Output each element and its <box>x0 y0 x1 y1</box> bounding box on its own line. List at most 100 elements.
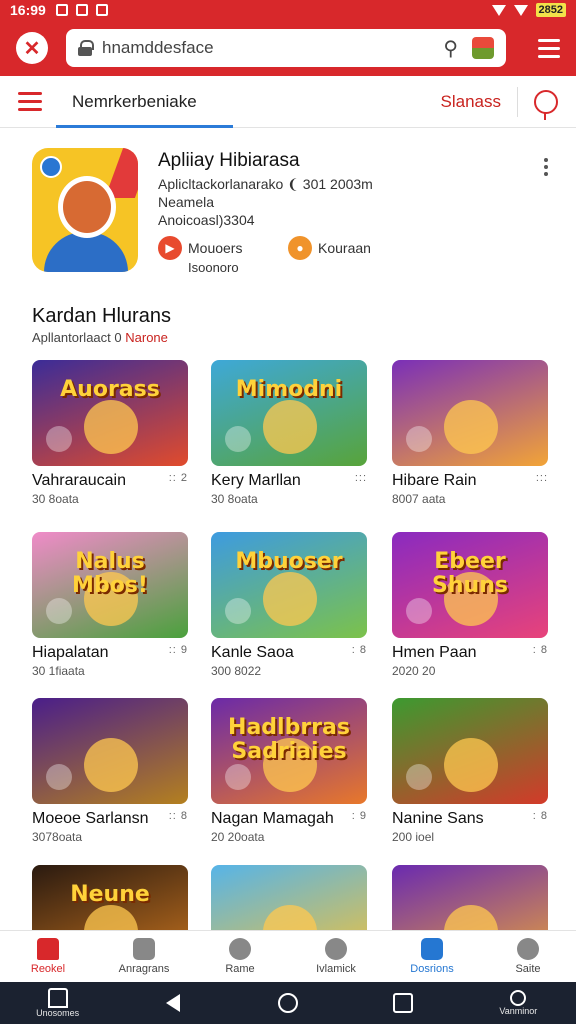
game-rating: : 8 <box>532 644 548 656</box>
game-title-row: Vahraraucain:: 2 <box>32 472 188 490</box>
game-rating: :: 9 <box>168 644 188 656</box>
game-card[interactable]: Mbuoser Kanle Saoa: 8 300 8022 <box>211 532 367 678</box>
character-art <box>444 738 498 792</box>
lock-icon <box>78 40 94 56</box>
decor-art <box>406 764 432 790</box>
character-art <box>444 400 498 454</box>
game-logo-text: Nalus Mbos! <box>72 549 148 598</box>
badge-secondary[interactable]: ● Kouraan <box>288 236 371 260</box>
game-subtitle: 8007 aata <box>392 492 446 506</box>
house-icon <box>47 988 68 1008</box>
search-icon[interactable]: ⚲ <box>443 36 458 61</box>
nav-item-library[interactable]: Dosrions <box>384 931 480 982</box>
game-logo-text: Neune <box>70 882 150 907</box>
game-title-row: Nagan Mamagah : 9 <box>211 810 367 828</box>
decor-art <box>225 426 251 452</box>
game-thumbnail[interactable]: Mbuoser <box>211 532 367 638</box>
person-icon <box>517 938 539 960</box>
search-input[interactable] <box>102 38 444 58</box>
game-thumbnail[interactable]: Auorass <box>32 360 188 466</box>
game-logo-text: Hadlbrras Sadriaies <box>228 715 350 764</box>
section-subtitle: Apllantorlaact 0 Narone <box>32 330 168 345</box>
game-subtitle: 3078oata <box>32 830 83 844</box>
signal-icon <box>513 4 528 16</box>
character-art <box>263 572 317 626</box>
screen: 16:99 2852 ✕ ⚲ Nemrkerbeniake Slanass <box>0 0 576 1024</box>
sys-profile-button[interactable]: Vanminor <box>478 990 558 1016</box>
game-rating: :: 8 <box>168 810 188 822</box>
game-icon <box>229 938 251 960</box>
nav-item-programs[interactable]: Anragrans <box>96 931 192 982</box>
notification-icon <box>55 4 68 16</box>
back-icon <box>165 994 180 1012</box>
game-thumbnail[interactable]: Ebeer Shuns <box>392 532 548 638</box>
game-thumbnail[interactable]: Nalus Mbos! <box>32 532 188 638</box>
more-options-icon[interactable] <box>544 158 548 176</box>
recents-button[interactable] <box>363 993 443 1013</box>
notification-icon <box>95 4 108 16</box>
circle-home-icon <box>277 993 298 1013</box>
avatar[interactable] <box>472 37 494 59</box>
top-app-bar: ✕ ⚲ <box>0 20 576 76</box>
game-name: Nanine Sans <box>392 810 484 827</box>
game-card[interactable]: Moeoe Sarlansn:: 83078oata <box>32 698 188 844</box>
location-pin-icon[interactable] <box>534 89 558 120</box>
hamburger-icon[interactable] <box>18 92 42 111</box>
game-card[interactable]: Nanine Sans: 8 200 ioel <box>392 698 548 844</box>
section-title: Kardan Hlurans <box>32 305 171 327</box>
library-icon <box>421 938 443 960</box>
game-subtitle: 300 8022 <box>211 664 262 678</box>
game-card[interactable]: Mimodni Kery Marllan::: 30 8oata <box>211 360 367 506</box>
game-card[interactable]: Nalus Mbos! Hiapalatan:: 9 30 1fiaata <box>32 532 188 678</box>
sub-bar: Nemrkerbeniake Slanass <box>0 76 576 128</box>
game-card[interactable]: AuorassVahraraucain:: 230 8oata <box>32 360 188 506</box>
game-logo-text: Ebeer Shuns <box>432 549 508 598</box>
game-rating: : 9 <box>351 810 367 822</box>
chat-bubble-icon <box>40 156 62 178</box>
game-rating: ::: <box>535 472 548 484</box>
game-thumbnail[interactable]: Hadlbrras Sadriaies <box>211 698 367 804</box>
status-time: 16:99 <box>10 2 46 18</box>
game-rating: ::: <box>354 472 367 484</box>
menu-icon[interactable] <box>538 38 560 58</box>
tab-right[interactable]: Slanass <box>441 92 501 112</box>
close-icon[interactable]: ✕ <box>16 32 48 64</box>
badge-primary[interactable]: ▶ Mouoers <box>158 236 242 260</box>
game-card[interactable]: Hadlbrras Sadriaies Nagan Mamagah: 9 20 20… <box>211 698 367 844</box>
decor-art <box>225 764 251 790</box>
game-card[interactable]: Hibare Rain::: 8007 aata <box>392 360 548 506</box>
home-button[interactable] <box>248 993 328 1013</box>
game-subtitle: 200 ioel <box>392 830 435 844</box>
game-title-row: Kanle Saoa: 8 <box>211 644 367 662</box>
game-title-row: Nanine Sans: 8 <box>392 810 548 828</box>
game-thumbnail[interactable] <box>32 698 188 804</box>
decor-art <box>406 426 432 452</box>
nav-item-games[interactable]: Rame <box>192 931 288 982</box>
status-right: 2852 <box>491 3 566 17</box>
decor-art <box>46 426 72 452</box>
game-card[interactable]: Ebeer Shuns Hmen Paan: 8 2020 20 <box>392 532 548 678</box>
bottom-nav: Reokel Anragrans Rame Ivlamick Dosrions … <box>0 930 576 982</box>
nav-item-profile[interactable]: Saite <box>480 931 576 982</box>
game-name: Kery Marllan <box>211 472 301 489</box>
square-recents-icon <box>393 993 414 1013</box>
tab-main[interactable]: Nemrkerbeniake <box>56 76 233 128</box>
game-name: Nagan Mamagah <box>211 810 334 827</box>
game-thumbnail[interactable] <box>392 360 548 466</box>
game-logo-text: Auorass <box>60 377 160 402</box>
game-rating: : 8 <box>351 644 367 656</box>
game-thumbnail[interactable]: Mimodni <box>211 360 367 466</box>
character-art <box>263 400 317 454</box>
nav-item-search[interactable]: Ivlamick <box>288 931 384 982</box>
decor-art <box>46 764 72 790</box>
nav-item-home[interactable]: Reokel <box>0 931 96 982</box>
game-title-row: Hiapalatan:: 9 <box>32 644 188 662</box>
sys-home-button[interactable]: Unosomes <box>18 988 98 1018</box>
back-button[interactable] <box>133 994 213 1012</box>
game-subtitle: 30 8oata <box>32 492 79 506</box>
game-thumbnail[interactable] <box>392 698 548 804</box>
game-name: Hibare Rain <box>392 472 477 489</box>
game-title-row: Moeoe Sarlansn:: 8 <box>32 810 188 828</box>
search-box[interactable]: ⚲ <box>66 29 506 67</box>
game-name: Vahraraucain <box>32 472 126 489</box>
